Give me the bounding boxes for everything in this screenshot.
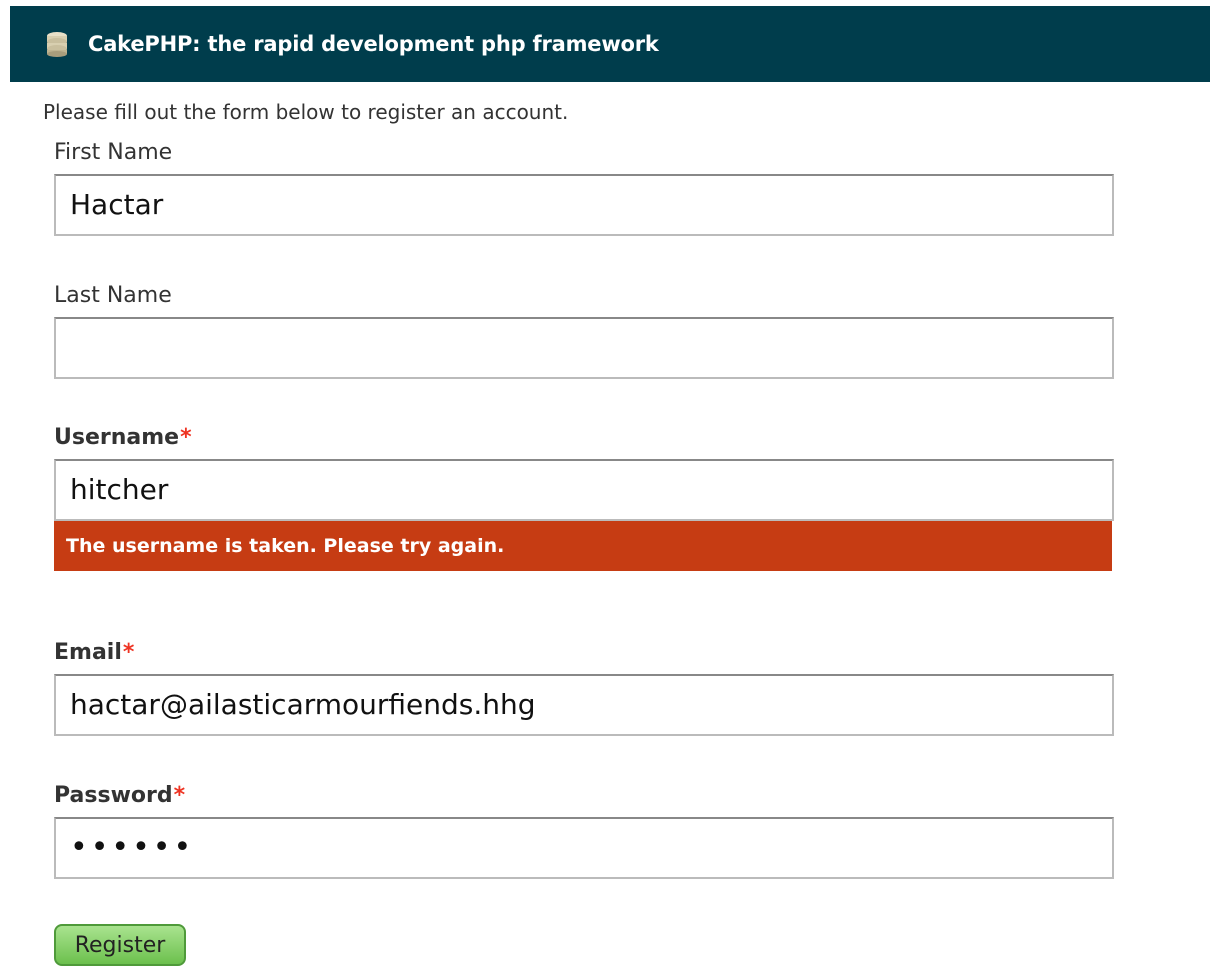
cake-icon (47, 32, 67, 57)
app-header: CakePHP: the rapid development php frame… (10, 6, 1210, 82)
first-name-label: First Name (54, 140, 173, 165)
required-star: * (173, 783, 186, 808)
register-button[interactable]: Register (54, 924, 186, 966)
first-name-input[interactable]: Hactar (54, 174, 1114, 236)
username-label: Username* (54, 423, 1114, 453)
username-error-message: The username is taken. Please try again. (54, 521, 1112, 571)
email-field: Email* hactar@ailasticarmourfiends.hhg (54, 638, 1114, 736)
username-label-text: Username (54, 425, 180, 450)
username-input[interactable]: hitcher (54, 459, 1114, 521)
app-title: CakePHP: the rapid development php frame… (88, 32, 659, 56)
required-star: * (122, 640, 135, 665)
password-field: Password* •••••• (54, 781, 1114, 879)
form-intro-text: Please fill out the form below to regist… (43, 100, 569, 124)
required-star: * (180, 425, 192, 450)
first-name-field: First Name Hactar (54, 138, 1114, 236)
password-label-text: Password (54, 783, 173, 808)
email-input[interactable]: hactar@ailasticarmourfiends.hhg (54, 674, 1114, 736)
email-label-text: Email (54, 640, 122, 665)
password-input[interactable]: •••••• (54, 817, 1114, 879)
username-field: Username* hitcher The username is taken.… (54, 423, 1114, 571)
last-name-label: Last Name (54, 283, 172, 308)
last-name-field: Last Name (54, 281, 1114, 379)
email-label: Email* (54, 638, 1114, 668)
last-name-input[interactable] (54, 317, 1114, 379)
password-label: Password* (54, 781, 1114, 811)
